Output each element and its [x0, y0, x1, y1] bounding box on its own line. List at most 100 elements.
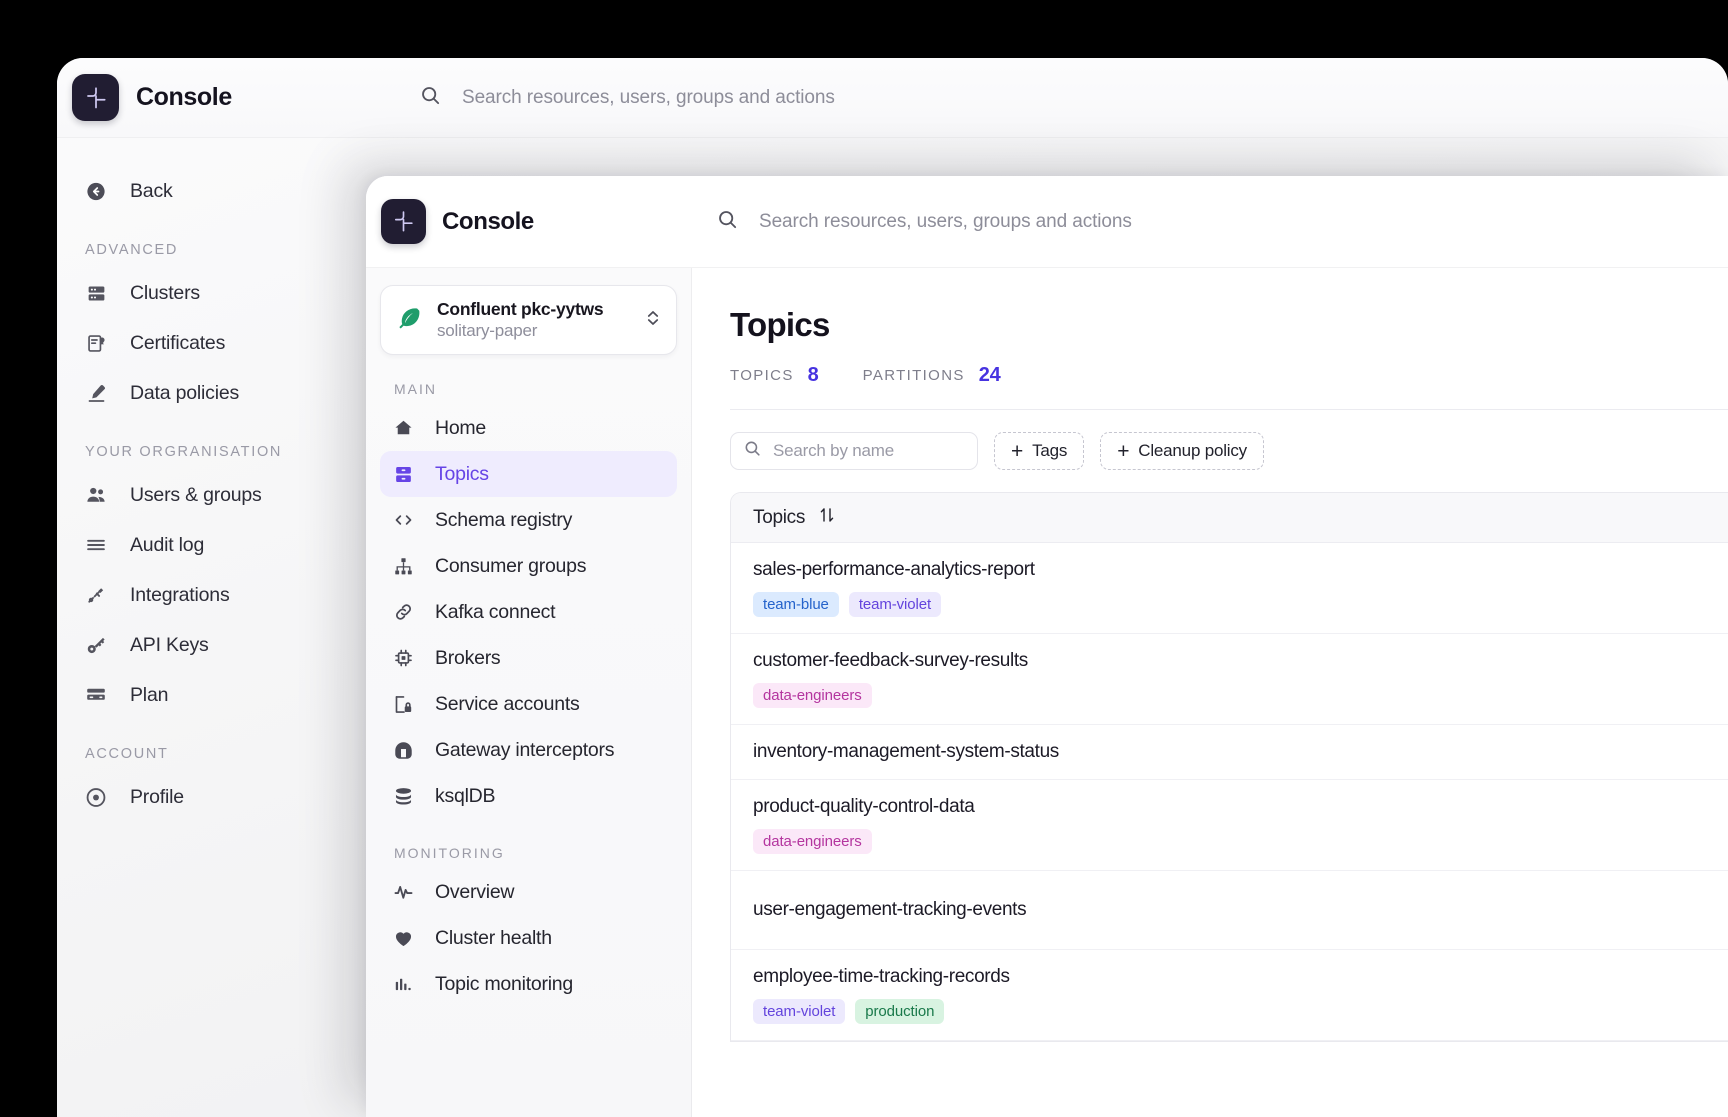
table-row[interactable]: inventory-management-system-status — [731, 725, 1728, 780]
status-badge[interactable]: data-engineers — [753, 683, 872, 708]
back-arrow-icon — [85, 180, 107, 202]
certificate-icon — [85, 332, 107, 354]
overlay-brand-name: Console — [442, 207, 534, 235]
console-logo-icon — [72, 74, 119, 121]
home-icon — [393, 418, 414, 439]
gateway-icon — [393, 740, 414, 761]
pulse-icon — [393, 882, 414, 903]
hierarchy-icon — [393, 556, 414, 577]
sidebar-item-gateway-interceptors[interactable]: Gateway interceptors — [380, 727, 677, 773]
sidebar-item-users-groups[interactable]: Users & groups — [57, 470, 357, 520]
sidebar-item-topics-label: Topics — [435, 462, 489, 485]
sidebar-item-audit-log[interactable]: Audit log — [57, 520, 357, 570]
sidebar-item-data-policies-label: Data policies — [130, 381, 240, 404]
card-icon — [85, 684, 107, 706]
sidebar-item-consumer-groups-label: Consumer groups — [435, 554, 587, 577]
sidebar-item-api-keys[interactable]: API Keys — [57, 620, 357, 670]
sidebar-item-overview[interactable]: Overview — [380, 869, 677, 915]
sidebar-item-consumer-groups[interactable]: Consumer groups — [380, 543, 677, 589]
topic-name: employee-time-tracking-records — [753, 966, 1010, 987]
sidebar-item-plan[interactable]: Plan — [57, 670, 357, 720]
code-icon — [393, 510, 414, 531]
filter-bar: Search by name + Tags + Cleanup policy — [730, 432, 1728, 470]
table-header-topics-label: Topics — [753, 506, 806, 528]
status-badge[interactable]: production — [855, 999, 945, 1024]
table-row[interactable]: user-engagement-tracking-events — [731, 871, 1728, 950]
status-badge[interactable]: data-engineers — [753, 829, 872, 854]
base-sidebar: Back ADVANCED Clusters Certificates Data… — [57, 138, 357, 1117]
sidebar-item-api-keys-label: API Keys — [130, 633, 209, 656]
sidebar-item-cluster-health-label: Cluster health — [435, 926, 552, 949]
sidebar-item-profile-label: Profile — [130, 785, 184, 808]
sidebar-item-topics[interactable]: Topics — [380, 451, 677, 497]
sidebar-item-clusters-label: Clusters — [130, 281, 200, 304]
sidebar-item-plan-label: Plan — [130, 683, 169, 706]
overlay-brand[interactable]: Console — [366, 199, 692, 244]
sidebar-item-certificates[interactable]: Certificates — [57, 318, 357, 368]
sidebar-item-ksqldb-label: ksqlDB — [435, 784, 496, 807]
search-icon — [716, 208, 739, 236]
console-logo-icon — [381, 199, 426, 244]
sidebar-item-home[interactable]: Home — [380, 405, 677, 451]
sidebar-item-service-accounts[interactable]: Service accounts — [380, 681, 677, 727]
table-row[interactable]: sales-performance-analytics-report team-… — [731, 543, 1728, 634]
sidebar-item-ksqldb[interactable]: ksqlDB — [380, 773, 677, 819]
table-row[interactable]: product-quality-control-data data-engine… — [731, 780, 1728, 871]
base-top-bar: Console Search resources, users, groups … — [57, 58, 1728, 138]
sidebar-item-schema-registry-label: Schema registry — [435, 508, 573, 531]
sidebar-item-overview-label: Overview — [435, 880, 515, 903]
overlay-section-main: MAIN — [394, 381, 437, 397]
sidebar-item-integrations-label: Integrations — [130, 583, 230, 606]
sidebar-item-back[interactable]: Back — [57, 166, 357, 216]
plug-icon — [85, 584, 107, 606]
cluster-selector-text: Confluent pkc-yytws solitary-paper — [437, 299, 628, 341]
table-row[interactable]: employee-time-tracking-records team-viol… — [731, 950, 1728, 1041]
sidebar-item-profile[interactable]: Profile — [57, 772, 357, 822]
sidebar-item-integrations[interactable]: Integrations — [57, 570, 357, 620]
cluster-subtitle: solitary-paper — [437, 321, 538, 340]
stat-partitions-value: 24 — [978, 364, 1001, 386]
status-badge[interactable]: team-blue — [753, 592, 839, 617]
section-divider — [730, 409, 1728, 410]
status-badge[interactable]: team-violet — [848, 592, 942, 617]
sidebar-item-home-label: Home — [435, 416, 487, 439]
overlay-top-bar: Console Search resources, users, groups … — [366, 176, 1728, 268]
base-global-search[interactable]: Search resources, users, groups and acti… — [354, 84, 1728, 112]
topic-name: product-quality-control-data — [753, 796, 975, 817]
sidebar-item-topic-monitoring[interactable]: Topic monitoring — [380, 961, 677, 1007]
topic-tags: team-blue team-violet — [753, 592, 1706, 617]
chip-icon — [393, 648, 414, 669]
sidebar-item-cluster-health[interactable]: Cluster health — [380, 915, 677, 961]
sidebar-item-data-policies[interactable]: Data policies — [57, 368, 357, 418]
sidebar-item-clusters[interactable]: Clusters — [57, 268, 357, 318]
base-brand-name: Console — [136, 83, 232, 111]
topic-tags: data-engineers — [753, 683, 1706, 708]
sort-arrows-icon[interactable] — [818, 506, 836, 529]
filter-chip-tags[interactable]: + Tags — [994, 432, 1085, 470]
stat-partitions-label: PARTITIONS — [862, 367, 965, 384]
sidebar-item-kafka-connect-label: Kafka connect — [435, 600, 556, 623]
sidebar-item-kafka-connect[interactable]: Kafka connect — [380, 589, 677, 635]
users-icon — [85, 484, 107, 506]
heart-icon — [393, 928, 414, 949]
search-by-name-input[interactable]: Search by name — [730, 432, 978, 470]
overlay-global-search[interactable]: Search resources, users, groups and acti… — [692, 208, 1728, 236]
plus-icon: + — [1011, 439, 1024, 463]
stat-topics-value: 8 — [807, 364, 819, 386]
screen: Console Search resources, users, groups … — [0, 0, 1728, 1117]
status-badge[interactable]: team-violet — [753, 999, 846, 1024]
feather-icon — [395, 305, 421, 336]
topic-name: inventory-management-system-status — [753, 741, 1059, 762]
sidebar-section-advanced: ADVANCED — [85, 242, 179, 258]
topics-icon — [393, 464, 414, 485]
table-row[interactable]: customer-feedback-survey-results data-en… — [731, 634, 1728, 725]
table-header[interactable]: Topics — [731, 493, 1728, 543]
sidebar-item-brokers[interactable]: Brokers — [380, 635, 677, 681]
filter-chip-cleanup-policy[interactable]: + Cleanup policy — [1100, 432, 1264, 470]
chevron-updown-icon[interactable] — [644, 307, 662, 334]
cluster-selector[interactable]: Confluent pkc-yytws solitary-paper — [380, 285, 677, 355]
service-account-lock-icon — [393, 694, 414, 715]
sidebar-item-schema-registry[interactable]: Schema registry — [380, 497, 677, 543]
overlay-section-monitoring: MONITORING — [394, 845, 505, 861]
base-brand[interactable]: Console — [57, 74, 354, 121]
